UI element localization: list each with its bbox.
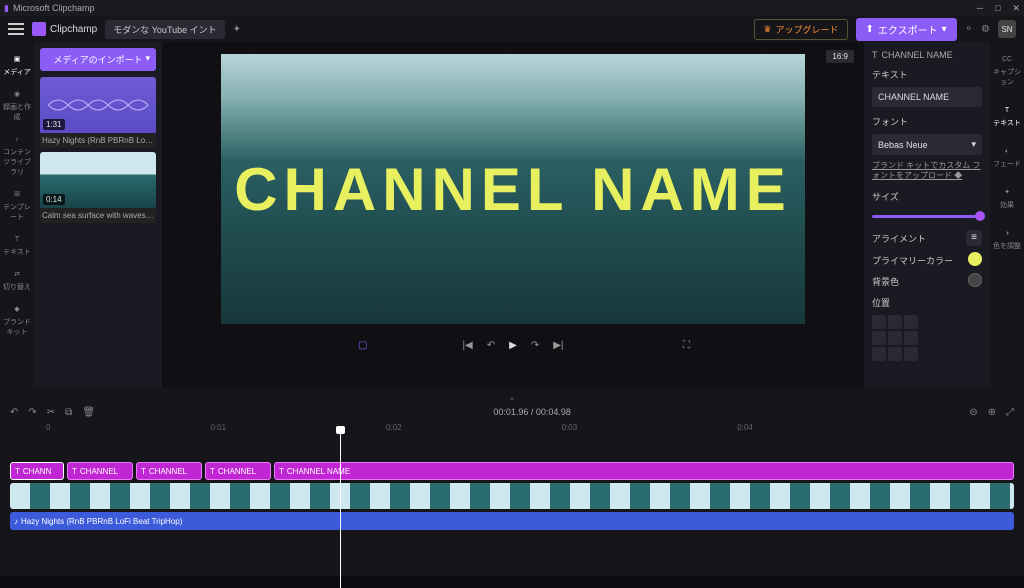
preview-canvas[interactable]: CHANNEL NAME: [221, 54, 805, 324]
rail-media[interactable]: ▣メディア: [1, 48, 33, 81]
right-rail: CCキャプション Tテキスト ◐フェード ✦効果 ◑色を調整: [990, 42, 1024, 388]
text-input[interactable]: [872, 87, 982, 107]
text-clip[interactable]: T CHANNEL NAME: [274, 462, 1014, 480]
text-clip[interactable]: T CHANN: [10, 462, 64, 480]
timeline-toolbar: ↶ ↷ ✂ ⧉ 🗑 00:01.96 / 00:04.98 ⊖ ⊕ ⤢: [10, 403, 1014, 421]
left-rail: ▣メディア ◉録画と作成 ♪コンテンツライブラリ ⊞テンプレート Tテキスト ⇄…: [0, 42, 34, 388]
rail-library[interactable]: ♪コンテンツライブラリ: [1, 128, 33, 181]
split-icon[interactable]: ✂: [47, 407, 55, 418]
magic-icon[interactable]: ✦: [233, 24, 241, 35]
app-title: ▮ Microsoft Clipchamp: [4, 3, 977, 14]
primary-color-label: プライマリーカラー: [872, 254, 953, 267]
titlebar: ▮ Microsoft Clipchamp ─ □ ✕: [0, 0, 1024, 16]
align-label: アライメント: [872, 232, 926, 245]
timeline: ⌄ ↶ ↷ ✂ ⧉ 🗑 00:01.96 / 00:04.98 ⊖ ⊕ ⤢ 00…: [0, 388, 1024, 576]
video-track[interactable]: [10, 483, 1014, 509]
text-clip[interactable]: T CHANNEL: [67, 462, 133, 480]
avatar[interactable]: SN: [998, 20, 1016, 38]
redo-icon[interactable]: ↷: [28, 407, 36, 418]
video-clip[interactable]: [10, 483, 1014, 509]
settings-icon[interactable]: ⚙: [981, 24, 990, 35]
window-close[interactable]: ✕: [1012, 3, 1020, 14]
size-label: サイズ: [872, 190, 982, 203]
window-minimize[interactable]: ─: [977, 3, 983, 14]
chevron-down-icon: ▾: [971, 139, 976, 150]
size-slider[interactable]: [872, 215, 982, 218]
delete-icon[interactable]: 🗑: [82, 407, 95, 418]
rrail-color[interactable]: ◑色を調整: [991, 222, 1023, 255]
rail-transitions[interactable]: ⇄切り替え: [1, 263, 33, 296]
alignment-button[interactable]: ≡: [966, 230, 982, 246]
rail-templates[interactable]: ⊞テンプレート: [1, 183, 33, 226]
upgrade-button[interactable]: ♛ アップグレード: [754, 19, 847, 40]
timeline-ruler[interactable]: 00:010:020:030:04: [10, 421, 1014, 434]
zoom-fit-icon[interactable]: ⤢: [1006, 407, 1014, 418]
position-grid[interactable]: [872, 315, 982, 361]
text-label: テキスト: [872, 68, 982, 81]
font-label: フォント: [872, 115, 982, 128]
rrail-effects[interactable]: ✦効果: [991, 181, 1023, 214]
zoom-in-icon[interactable]: ⊕: [988, 407, 996, 418]
topbar: Clipchamp モダンな YouTube イント ✦ ♛ アップグレード ⬆…: [0, 16, 1024, 42]
rrail-text[interactable]: Tテキスト: [991, 99, 1023, 132]
play-icon[interactable]: ▶: [509, 340, 517, 351]
skip-end-icon[interactable]: ▶|: [553, 340, 563, 351]
font-select[interactable]: Bebas Neue▾: [872, 134, 982, 155]
step-back-icon[interactable]: ↶: [487, 340, 495, 351]
bg-color-swatch[interactable]: [968, 273, 982, 287]
transport-bar: ▢ |◀ ↶ ▶ ↷ ▶| ⛶: [221, 330, 805, 360]
media-item-audio[interactable]: 1:31 Hazy Nights (RnB PBRnB LoFi Beat ..…: [40, 77, 156, 148]
brand-font-link[interactable]: ブランド キットでカスタム フォントをアップロード ◆: [872, 161, 982, 182]
duplicate-icon[interactable]: ⧉: [65, 407, 72, 418]
rrail-captions[interactable]: CCキャプション: [991, 48, 1023, 91]
audio-clip[interactable]: ♪ Hazy Nights (RnB PBRnB LoFi Beat TripH…: [10, 512, 1014, 530]
project-name[interactable]: モダンな YouTube イント: [105, 20, 224, 39]
zoom-out-icon[interactable]: ⊖: [969, 407, 977, 418]
media-panel: メディアのインポート▾ 1:31 Hazy Nights (RnB PBRnB …: [34, 42, 162, 388]
undo-icon[interactable]: ↶: [10, 407, 18, 418]
text-track[interactable]: T CHANN T CHANNEL T CHANNEL T CHANNEL T …: [10, 462, 1014, 480]
brand[interactable]: Clipchamp: [32, 22, 97, 36]
media-item-video[interactable]: 0:14 Calm sea surface with waves at sun.…: [40, 152, 156, 223]
text-clip[interactable]: T CHANNEL: [136, 462, 202, 480]
export-button[interactable]: ⬆ エクスポート ▾: [856, 18, 957, 41]
fullscreen-icon[interactable]: ⛶: [683, 340, 690, 351]
import-media-button[interactable]: メディアのインポート▾: [40, 48, 156, 71]
primary-color-swatch[interactable]: [968, 252, 982, 266]
timeline-expand[interactable]: ⌄: [508, 392, 516, 403]
aspect-ratio-button[interactable]: 16:9: [826, 50, 854, 63]
rrail-fade[interactable]: ◐フェード: [991, 140, 1023, 173]
step-forward-icon[interactable]: ↷: [531, 340, 539, 351]
timeline-time: 00:01.96 / 00:04.98: [493, 407, 571, 417]
rail-record[interactable]: ◉録画と作成: [1, 83, 33, 126]
bg-color-label: 背景色: [872, 275, 899, 288]
playhead[interactable]: [340, 428, 341, 588]
text-clip[interactable]: T CHANNEL: [205, 462, 271, 480]
rail-text[interactable]: Tテキスト: [1, 228, 33, 261]
prop-header: T CHANNEL NAME: [872, 50, 982, 60]
canvas-area: 16:9 CHANNEL NAME ▢ |◀ ↶ ▶ ↷ ▶| ⛶: [162, 42, 864, 388]
position-label: 位置: [872, 296, 982, 309]
audio-track[interactable]: ♪ Hazy Nights (RnB PBRnB LoFi Beat TripH…: [10, 512, 1014, 530]
canvas-text-overlay[interactable]: CHANNEL NAME: [234, 155, 792, 224]
transport-tool[interactable]: ▢: [358, 340, 367, 351]
menu-icon[interactable]: [8, 23, 24, 35]
properties-panel: T CHANNEL NAME テキスト フォント Bebas Neue▾ ブラン…: [864, 42, 990, 388]
rail-brandkit[interactable]: ◆ブランドキット: [1, 298, 33, 341]
timeline-tracks: T CHANN T CHANNEL T CHANNEL T CHANNEL T …: [10, 462, 1014, 572]
skip-start-icon[interactable]: |◀: [462, 340, 472, 351]
window-maximize[interactable]: □: [995, 3, 1000, 14]
share-icon[interactable]: ⚬: [965, 24, 973, 35]
